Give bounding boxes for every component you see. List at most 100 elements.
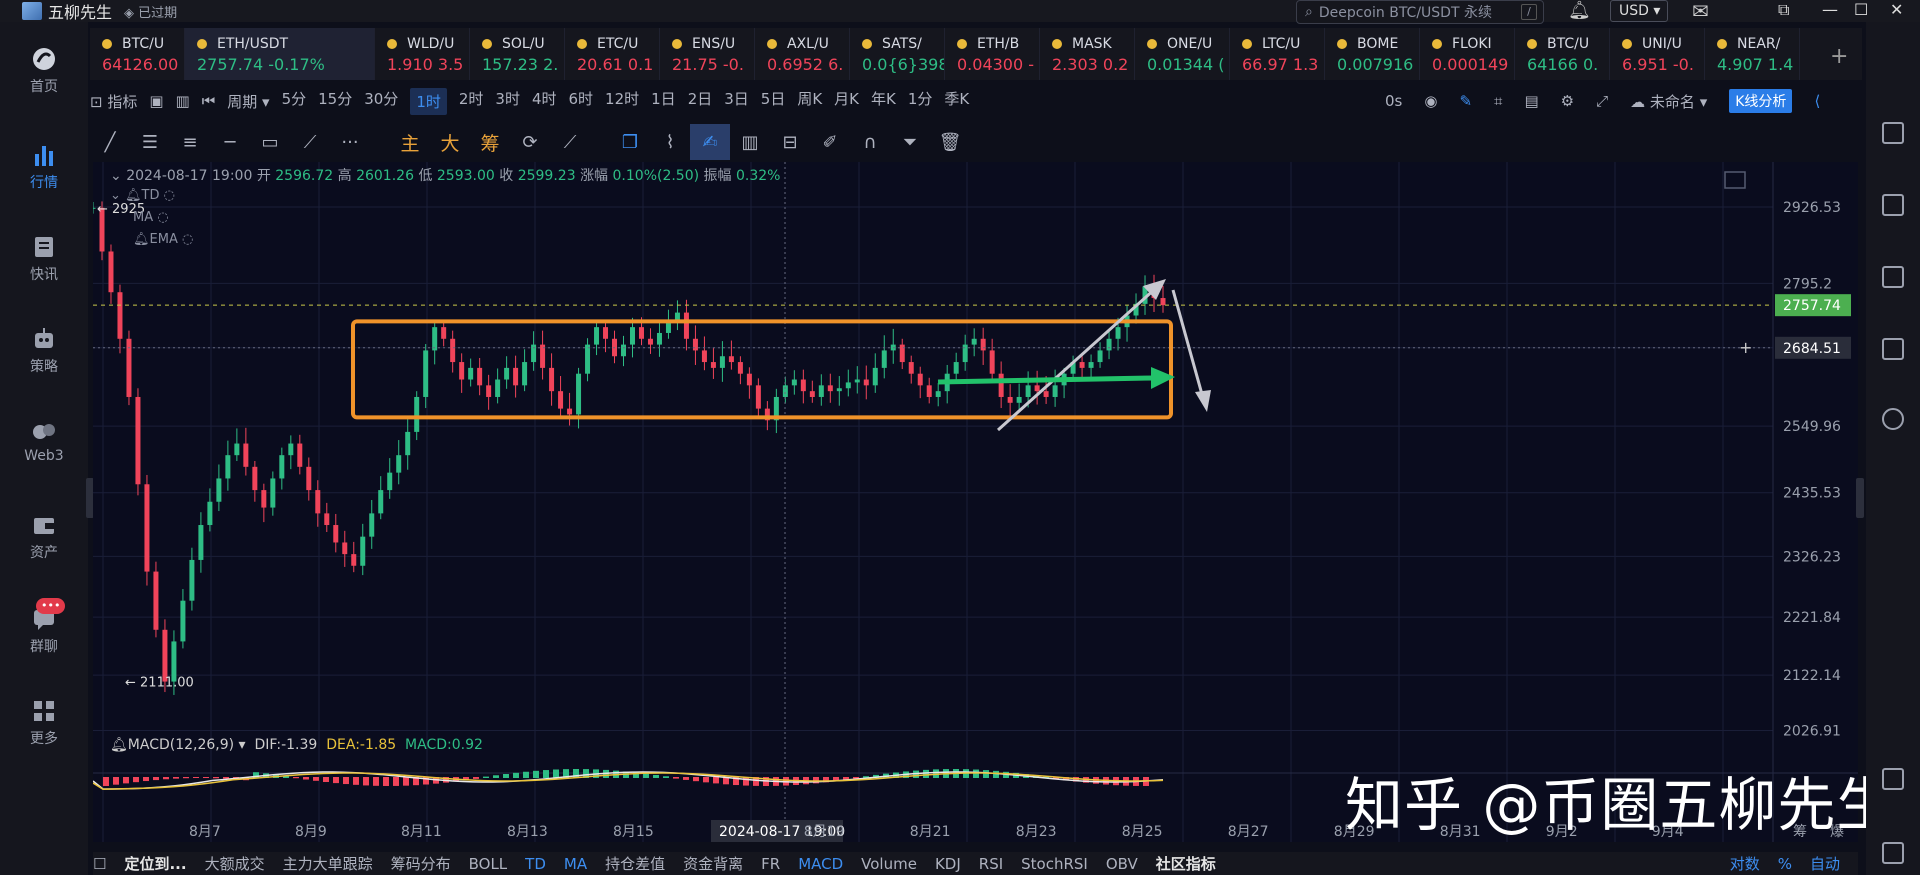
bottom-tab[interactable]: MACD: [798, 855, 843, 873]
right-collapse-handle[interactable]: [1856, 478, 1864, 518]
save-icon[interactable]: ▤: [1524, 92, 1538, 110]
fib-tool-icon[interactable]: ⟋: [290, 124, 330, 160]
interval-button[interactable]: 30分: [364, 88, 398, 115]
interval-button[interactable]: 2日: [688, 88, 713, 115]
interval-button[interactable]: 6时: [569, 88, 594, 115]
ruler-icon[interactable]: ⌇: [650, 124, 690, 160]
pencil-icon[interactable]: ✎: [1459, 92, 1472, 110]
bottom-tab[interactable]: MA: [564, 855, 587, 873]
rewind-icon[interactable]: ⏮: [202, 92, 216, 110]
bottom-tab[interactable]: FR: [761, 855, 780, 873]
exchange-icon[interactable]: [1882, 408, 1904, 430]
sync-icon[interactable]: ⟳: [510, 124, 550, 160]
trend-icon[interactable]: [1882, 266, 1904, 288]
interval-button[interactable]: 1日: [651, 88, 676, 115]
sidebar-item-news[interactable]: 快讯: [0, 234, 88, 284]
note-icon[interactable]: ✐: [810, 124, 850, 160]
trash-icon[interactable]: 🗑︎: [930, 124, 970, 160]
ticker-item[interactable]: SOL/U 157.23 2.: [470, 28, 565, 80]
main-tool-button[interactable]: 主: [390, 124, 430, 160]
sidebar-item-market[interactable]: 行情: [0, 142, 88, 192]
ticker-item[interactable]: ONE/U 0.01344 (: [1135, 28, 1230, 80]
settings-icon[interactable]: ⚙: [1561, 92, 1574, 110]
brush-icon[interactable]: ✍: [690, 124, 730, 160]
measure-icon[interactable]: ⟋: [550, 124, 590, 160]
ticker-item[interactable]: LTC/U 66.97 1.3: [1230, 28, 1325, 80]
share-icon[interactable]: ⟨: [1814, 92, 1820, 110]
interval-button[interactable]: 5日: [761, 88, 786, 115]
ticker-item[interactable]: UNI/U 6.951 -0.: [1610, 28, 1705, 80]
filter-icon[interactable]: ⏷: [890, 124, 930, 160]
bottom-tab[interactable]: Volume: [861, 855, 917, 873]
interval-button[interactable]: 2时: [459, 88, 484, 115]
ticker-item[interactable]: BOME 0.007916: [1325, 28, 1420, 80]
ticker-item[interactable]: SATS/0.0{6}398: [850, 28, 945, 80]
interval-button[interactable]: 1分: [908, 88, 933, 115]
copy-icon[interactable]: ❐: [610, 124, 650, 160]
layout-icon[interactable]: ▥: [176, 92, 190, 110]
interval-button[interactable]: 月K: [834, 88, 859, 115]
ticker-item[interactable]: ENS/U 21.75 -0.: [660, 28, 755, 80]
sidebar-item-strategy[interactable]: 策略: [0, 326, 88, 376]
pin-window-icon[interactable]: ⧉: [1778, 0, 1789, 20]
ticker-item[interactable]: NEAR/4.907 1.4: [1705, 28, 1800, 80]
period-dropdown[interactable]: 周期 ▾: [227, 91, 269, 112]
indicator-button[interactable]: ⊡ 指标: [90, 91, 137, 112]
interval-button[interactable]: 5分: [282, 88, 307, 115]
bottom-tab[interactable]: 大额成交: [205, 853, 265, 874]
parallel-tool-icon[interactable]: ☰: [130, 124, 170, 160]
bottom-tab[interactable]: OBV: [1106, 855, 1138, 873]
indicator-ma[interactable]: MA ◌: [133, 210, 169, 225]
ticker-item[interactable]: BTC/U 64166 0.: [1515, 28, 1610, 80]
large-tool-button[interactable]: 大: [430, 124, 470, 160]
monitor-icon[interactable]: [1882, 338, 1904, 360]
bottom-tab[interactable]: 持仓差值: [605, 853, 665, 874]
ticker-item[interactable]: MASK 2.303 0.2: [1040, 28, 1135, 80]
account-status[interactable]: ◈ 已过期: [124, 2, 177, 21]
bottom-tab[interactable]: 主力大单跟踪: [283, 853, 373, 874]
sidebar-item-web3[interactable]: Web3: [0, 418, 88, 464]
locate-icon[interactable]: ☐: [93, 855, 106, 873]
scale-option[interactable]: 对数: [1730, 853, 1760, 874]
more-tools-icon[interactable]: ···: [330, 124, 370, 160]
chip-tool-button[interactable]: 筹: [470, 124, 510, 160]
ticker-item[interactable]: AXL/U 0.6952 6.: [755, 28, 850, 80]
orderbook-icon[interactable]: [1882, 122, 1904, 144]
bottom-tab[interactable]: 资金背离: [683, 853, 743, 874]
sidebar-item-home[interactable]: 首页: [0, 46, 88, 96]
sidebar-item-chat[interactable]: ••• 群聊: [0, 598, 88, 656]
interval-button[interactable]: 15分: [318, 88, 352, 115]
bottom-tab[interactable]: BOLL: [469, 855, 508, 873]
interval-button[interactable]: 4时: [532, 88, 557, 115]
close-icon[interactable]: ✕: [1890, 0, 1903, 19]
ticker-item[interactable]: ETH/B 0.04300 -: [945, 28, 1040, 80]
ticker-item[interactable]: FLOKI 0.000149: [1420, 28, 1515, 80]
ticker-item[interactable]: BTC/U 64126.00: [90, 28, 185, 80]
dollar-icon[interactable]: [1882, 194, 1904, 216]
mail-icon[interactable]: ✉: [1692, 0, 1709, 23]
indicator-ema[interactable]: 🔔︎EMA ◌: [133, 232, 193, 247]
split-icon[interactable]: [1882, 842, 1904, 864]
ticker-item[interactable]: ETH/USDT 2757.74 -0.17%: [185, 28, 375, 80]
fullscreen-icon[interactable]: ⤢: [1596, 92, 1608, 110]
calendar-icon[interactable]: ▣: [149, 92, 163, 110]
ticker-item[interactable]: ETC/U 20.61 0.1: [565, 28, 660, 80]
bottom-tab[interactable]: StochRSI: [1021, 855, 1088, 873]
magnet-icon[interactable]: ∩: [850, 124, 890, 160]
interval-button[interactable]: 周K: [797, 88, 822, 115]
channel-tool-icon[interactable]: ≡: [170, 124, 210, 160]
lock-icon[interactable]: ⊟: [770, 124, 810, 160]
crop-icon[interactable]: ⌗: [1494, 92, 1502, 110]
interval-button[interactable]: 12时: [605, 88, 639, 115]
camera-icon[interactable]: ◉: [1424, 92, 1437, 110]
indicator-td[interactable]: ⌄ 🔔︎TD ◌: [110, 188, 175, 203]
add-ticker-icon[interactable]: +: [1830, 44, 1848, 69]
bottom-tab[interactable]: TD: [525, 855, 546, 873]
search-input[interactable]: ⌕ Deepcoin BTC/USDT 永续 /: [1296, 0, 1544, 24]
scale-option[interactable]: %: [1778, 855, 1792, 873]
horizontal-tool-icon[interactable]: ─: [210, 124, 250, 160]
bottom-tab[interactable]: RSI: [979, 855, 1003, 873]
minimize-icon[interactable]: —: [1822, 0, 1838, 19]
interval-button[interactable]: 1时: [410, 87, 447, 115]
currency-select[interactable]: USD ▾: [1610, 0, 1668, 22]
